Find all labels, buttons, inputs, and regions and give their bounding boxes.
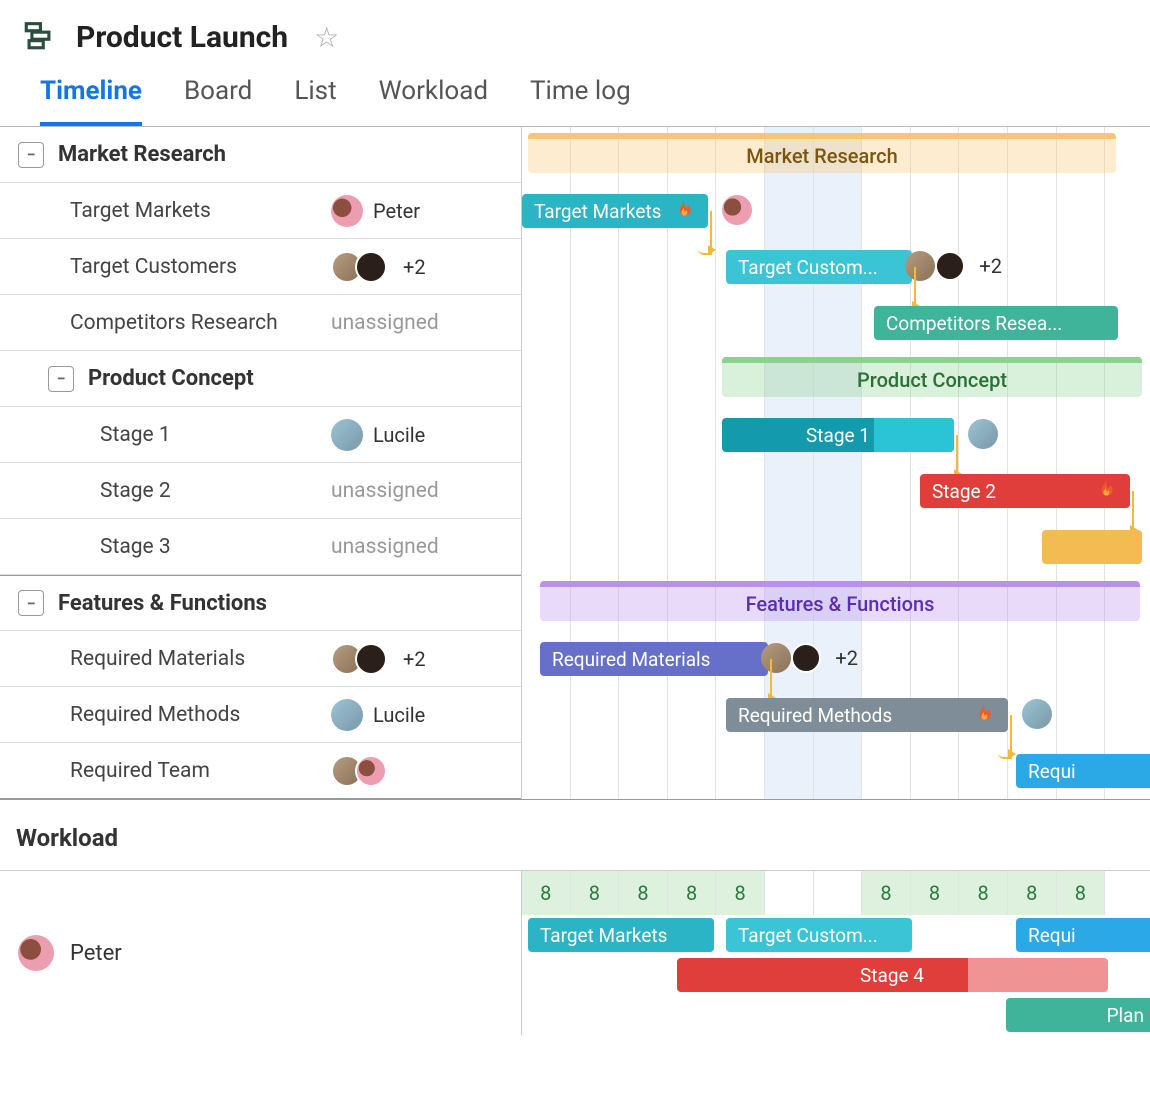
group-product-concept[interactable]: − Product Concept xyxy=(0,351,521,407)
workload-cell: 8 xyxy=(716,871,765,915)
task-row[interactable]: Stage 1 Lucile xyxy=(0,407,521,463)
collapse-icon[interactable]: − xyxy=(18,590,44,616)
task-row[interactable]: Stage 2 unassigned xyxy=(0,463,521,519)
workload-heading: Workload xyxy=(0,799,1150,871)
tab-workload[interactable]: Workload xyxy=(379,76,488,126)
workload-cell: 8 xyxy=(668,871,717,915)
task-row[interactable]: Target Customers +2 xyxy=(0,239,521,295)
star-icon[interactable]: ☆ xyxy=(314,21,339,54)
task-bar[interactable]: Required Methods xyxy=(726,698,1008,732)
collapse-icon[interactable]: − xyxy=(48,366,74,392)
page-title: Product Launch xyxy=(76,20,288,55)
dependency-arrow xyxy=(998,715,1012,759)
avatar xyxy=(722,195,752,225)
avatar xyxy=(331,419,363,451)
group-bar[interactable]: Product Concept xyxy=(722,357,1142,397)
task-bar[interactable]: Target Markets xyxy=(522,194,708,228)
group-bar[interactable]: Market Research xyxy=(528,133,1116,173)
workload-bar[interactable]: Target Custom... xyxy=(726,918,912,952)
task-bar[interactable]: Requi xyxy=(1016,754,1150,788)
unassigned-label: unassigned xyxy=(331,311,439,335)
task-row[interactable]: Competitors Research unassigned xyxy=(0,295,521,351)
task-bar[interactable]: Competitors Resea... xyxy=(874,306,1118,340)
workload-bar[interactable]: Stage 4 xyxy=(677,958,1107,992)
task-bar[interactable]: Target Custom...+2 xyxy=(726,250,912,284)
group-label: Features & Functions xyxy=(58,591,267,616)
flame-icon xyxy=(970,702,996,728)
workload-cell: 8 xyxy=(862,871,911,915)
workload-cell: 8 xyxy=(911,871,960,915)
task-bar[interactable] xyxy=(1042,530,1142,564)
workload-cell: . xyxy=(765,871,814,915)
workload-cell: 8 xyxy=(619,871,668,915)
workload-cells: 88888..88888 xyxy=(522,871,1150,915)
group-market-research[interactable]: − Market Research xyxy=(0,127,521,183)
avatar xyxy=(18,935,54,971)
avatar xyxy=(331,195,363,227)
task-bar[interactable]: Stage 2 xyxy=(920,474,1130,508)
avatar xyxy=(935,251,965,281)
avatar xyxy=(355,251,387,283)
task-row[interactable]: Target Markets Peter xyxy=(0,183,521,239)
dependency-arrow xyxy=(944,435,958,479)
avatar xyxy=(355,755,387,787)
workload-person-row[interactable]: Peter xyxy=(0,871,522,1035)
dependency-arrow xyxy=(1120,491,1134,535)
task-row[interactable]: Stage 3 unassigned xyxy=(0,519,521,575)
workload-bar[interactable]: Target Markets xyxy=(528,918,714,952)
flame-icon xyxy=(1092,478,1118,504)
avatar xyxy=(791,643,821,673)
task-row[interactable]: Required Methods Lucile xyxy=(0,687,521,743)
workload-bar[interactable]: Requi xyxy=(1016,918,1150,952)
tab-board[interactable]: Board xyxy=(184,76,252,126)
task-bar[interactable]: Required Materials+2 xyxy=(540,642,768,676)
task-row[interactable]: Required Materials +2 xyxy=(0,631,521,687)
group-label: Market Research xyxy=(58,142,226,167)
dependency-arrow xyxy=(758,659,772,703)
tab-timeline[interactable]: Timeline xyxy=(40,76,142,126)
group-bar[interactable]: Features & Functions xyxy=(540,581,1140,621)
group-features-functions[interactable]: − Features & Functions xyxy=(0,575,521,631)
avatar xyxy=(1022,699,1052,729)
dependency-arrow xyxy=(902,267,916,311)
tabs: Timeline Board List Workload Time log xyxy=(0,62,1150,127)
avatar xyxy=(355,643,387,675)
avatar xyxy=(968,419,998,449)
task-row[interactable]: Required Team xyxy=(0,743,521,799)
group-label: Product Concept xyxy=(88,366,254,391)
collapse-icon[interactable]: − xyxy=(18,142,44,168)
dependency-arrow xyxy=(698,211,712,255)
flame-icon xyxy=(670,198,696,224)
task-bar[interactable]: Stage 1 xyxy=(722,418,954,452)
workload-cell: 8 xyxy=(1008,871,1057,915)
tab-timelog[interactable]: Time log xyxy=(530,76,631,126)
workload-cell: 8 xyxy=(571,871,620,915)
project-icon xyxy=(22,18,56,56)
workload-cell: 8 xyxy=(522,871,571,915)
workload-cell: . xyxy=(814,871,863,915)
workload-bar[interactable]: Plan xyxy=(1006,998,1150,1032)
workload-cell: 8 xyxy=(959,871,1008,915)
tab-list[interactable]: List xyxy=(294,76,336,126)
avatar xyxy=(331,699,363,731)
workload-cell: 8 xyxy=(1057,871,1106,915)
